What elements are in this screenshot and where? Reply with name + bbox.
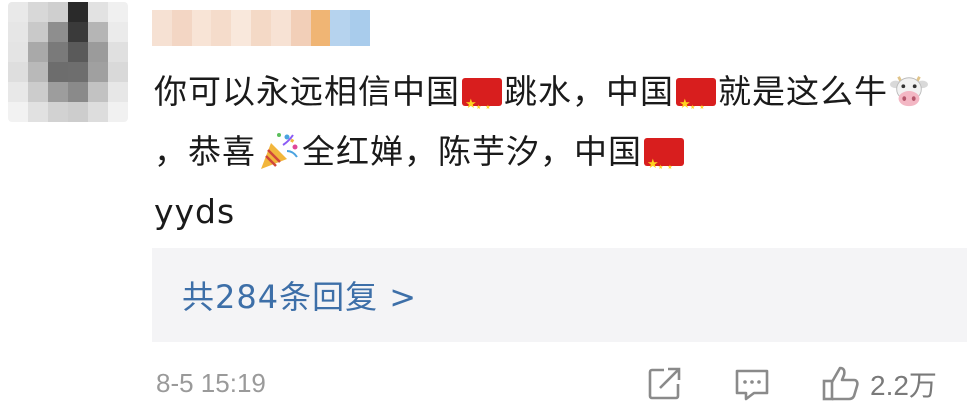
like-count: 2.2万 [870, 370, 937, 401]
avatar[interactable] [8, 2, 128, 122]
replies-box[interactable]: 共284条回复 > [152, 248, 967, 342]
comment-segment-2: 跳水，中国 [504, 72, 674, 111]
like-icon [822, 366, 859, 401]
china-flag-icon [676, 75, 716, 138]
comment-segment-3: 就是这么牛 [718, 72, 888, 111]
comment-segment-5: 全红婵，陈芋汐，中国 [302, 132, 642, 171]
timestamp: 8-5 15:19 [156, 368, 266, 398]
share-icon[interactable] [644, 364, 684, 404]
comment-text: 你可以永远相信中国 跳水，中国 就是这么牛 ，恭喜 全红婵，陈芋汐，中国 yyds [154, 62, 954, 242]
comment-segment-1: 你可以永远相信中国 [154, 72, 460, 111]
party-popper-icon [261, 133, 298, 169]
comment-segment-6: yyds [154, 192, 236, 231]
comment-card: 你可以永远相信中国 跳水，中国 就是这么牛 ，恭喜 全红婵，陈芋汐，中国 yyds 共… [0, 0, 972, 416]
china-flag-icon [644, 135, 684, 198]
china-flag-icon [462, 75, 502, 138]
view-replies-link[interactable]: 共284条回复 > [182, 272, 417, 318]
comment-icon[interactable] [732, 364, 772, 404]
like-button[interactable]: 2.2万 [820, 362, 937, 406]
cow-face-icon [890, 76, 928, 107]
comment-segment-4: ，恭喜 [154, 132, 256, 171]
username[interactable] [152, 10, 390, 46]
